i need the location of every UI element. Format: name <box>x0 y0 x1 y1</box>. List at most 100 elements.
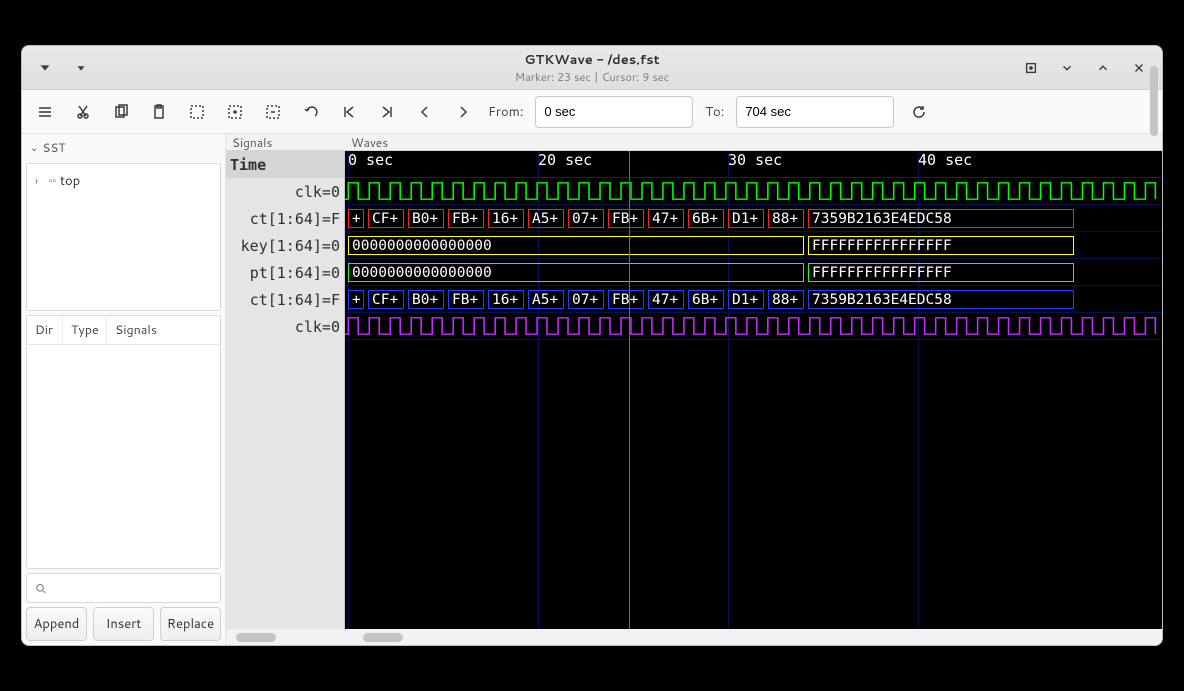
from-input[interactable] <box>535 96 693 128</box>
bus-segment: 47+ <box>648 290 684 309</box>
bus-segment: + <box>348 290 364 309</box>
sst-header[interactable]: ⌄ SST <box>26 136 221 159</box>
zoom-fit-button[interactable] <box>184 99 210 125</box>
bus-segment: + <box>348 209 364 228</box>
bus-segment: FB+ <box>608 290 644 309</box>
bus-segment: 47+ <box>648 209 684 228</box>
bus-segment: 07+ <box>568 209 604 228</box>
append-button[interactable]: Append <box>26 607 87 641</box>
bus-segment: 0000000000000000 <box>348 263 804 282</box>
bus-segment: 7359B2163E4EDC58 <box>808 209 1074 228</box>
bus-segment: D1+ <box>728 290 764 309</box>
marker-line[interactable] <box>629 151 630 629</box>
signals-column: Signals Timeclk=0ct[1:64]=Fkey[1:64]=0pt… <box>226 134 345 645</box>
bus-segment: A5+ <box>528 209 564 228</box>
chevron-down-icon: ⌄ <box>30 141 38 155</box>
signal-row[interactable]: Time <box>226 151 345 178</box>
signals-header: Signals <box>226 134 345 151</box>
waves-hscroll[interactable] <box>345 629 1162 645</box>
bus-segment: FFFFFFFFFFFFFFFF <box>808 236 1074 255</box>
hamburger-menu-button[interactable] <box>32 99 58 125</box>
minimize-button[interactable] <box>1052 55 1082 81</box>
main-area: ⌄ SST › ▫▫ top Dir Type Signals <box>22 134 1162 645</box>
bus-segment: 7359B2163E4EDC58 <box>808 290 1074 309</box>
bus-segment: 6B+ <box>688 209 724 228</box>
to-label: To: <box>705 103 724 121</box>
bus-segment: 07+ <box>568 290 604 309</box>
toolbar: From: To: <box>22 90 1162 134</box>
bus-segment: B0+ <box>408 290 444 309</box>
cut-button[interactable] <box>70 99 96 125</box>
signal-names[interactable]: Timeclk=0ct[1:64]=Fkey[1:64]=0pt[1:64]=0… <box>226 151 345 340</box>
bus-segment: A5+ <box>528 290 564 309</box>
bus-segment: D1+ <box>728 209 764 228</box>
titlebar: GTKWave - /des.fst Marker: 23 sec | Curs… <box>22 46 1162 90</box>
prev-edge-button[interactable] <box>412 99 438 125</box>
bus-segment: 0000000000000000 <box>348 236 804 255</box>
bus-segment: FB+ <box>448 290 484 309</box>
to-input[interactable] <box>736 96 894 128</box>
bus-segment: FB+ <box>608 209 644 228</box>
undo-button[interactable] <box>298 99 324 125</box>
wave-row[interactable]: +CF+B0+FB+16+A5+07+FB+47+6B+D1+88+7359B2… <box>345 286 1162 313</box>
search-input[interactable] <box>53 581 212 596</box>
history-menu-button[interactable] <box>66 55 96 81</box>
wave-canvas[interactable]: 0 sec20 sec30 sec40 sec+CF+B0+FB+16+A5+0… <box>345 151 1162 629</box>
bus-segment: B0+ <box>408 209 444 228</box>
wave-row[interactable]: 0000000000000000FFFFFFFFFFFFFFFF <box>345 232 1162 259</box>
signal-row[interactable]: key[1:64]=0 <box>226 232 345 259</box>
wave-row[interactable]: +CF+B0+FB+16+A5+07+FB+47+6B+D1+88+7359B2… <box>345 205 1162 232</box>
signals-list[interactable]: Dir Type Signals <box>26 315 221 569</box>
hierarchy-tree[interactable]: › ▫▫ top <box>26 163 221 311</box>
maximize-alt-button[interactable] <box>1016 55 1046 81</box>
waves-column: Waves 0 sec20 sec30 sec40 sec+CF+B0+FB+1… <box>345 134 1162 645</box>
ruler-tick: 0 sec <box>348 151 393 169</box>
bus-segment: 6B+ <box>688 290 724 309</box>
bus-segment: FB+ <box>448 209 484 228</box>
signal-row[interactable]: ct[1:64]=F <box>226 286 345 313</box>
signal-row[interactable]: clk=0 <box>226 313 345 340</box>
wave-row[interactable] <box>345 313 1162 340</box>
from-label: From: <box>488 103 523 121</box>
list-header: Dir Type Signals <box>27 316 220 345</box>
bus-segment: 16+ <box>488 290 524 309</box>
bus-segment: CF+ <box>368 290 404 309</box>
ruler-tick: 30 sec <box>728 151 782 169</box>
insert-button[interactable]: Insert <box>93 607 154 641</box>
waves-header: Waves <box>345 134 1162 151</box>
zoom-out-button[interactable] <box>260 99 286 125</box>
signal-row[interactable]: clk=0 <box>226 178 345 205</box>
copy-button[interactable] <box>108 99 134 125</box>
module-icon: ▫▫ <box>49 174 56 188</box>
wave-row[interactable]: 0000000000000000FFFFFFFFFFFFFFFF <box>345 259 1162 286</box>
tree-item-top[interactable]: › ▫▫ top <box>35 170 212 192</box>
search-box[interactable] <box>26 573 221 603</box>
expand-icon[interactable]: › <box>35 173 45 189</box>
app-window: GTKWave - /des.fst Marker: 23 sec | Curs… <box>21 45 1163 646</box>
signal-row[interactable]: pt[1:64]=0 <box>226 259 345 286</box>
paste-button[interactable] <box>146 99 172 125</box>
replace-button[interactable]: Replace <box>160 607 221 641</box>
reload-button[interactable] <box>906 99 932 125</box>
left-panel: ⌄ SST › ▫▫ top Dir Type Signals <box>22 134 226 645</box>
signal-row[interactable]: ct[1:64]=F <box>226 205 345 232</box>
bus-segment: 88+ <box>768 209 804 228</box>
zoom-in-button[interactable] <box>222 99 248 125</box>
signals-hscroll[interactable] <box>226 629 345 645</box>
col-dir[interactable]: Dir <box>27 316 63 344</box>
col-type[interactable]: Type <box>63 316 107 344</box>
go-end-button[interactable] <box>374 99 400 125</box>
wave-row[interactable] <box>345 178 1162 205</box>
go-start-button[interactable] <box>336 99 362 125</box>
next-edge-button[interactable] <box>450 99 476 125</box>
history-back-button[interactable] <box>30 55 60 81</box>
bus-segment: FFFFFFFFFFFFFFFF <box>808 263 1074 282</box>
button-row: Append Insert Replace <box>26 607 221 641</box>
maximize-button[interactable] <box>1088 55 1118 81</box>
ruler-tick: 20 sec <box>538 151 592 169</box>
bus-segment: CF+ <box>368 209 404 228</box>
vscroll[interactable] <box>1148 134 1160 625</box>
window-title: GTKWave - /des.fst <box>22 51 1162 69</box>
bus-segment: 16+ <box>488 209 524 228</box>
col-signals[interactable]: Signals <box>107 316 220 344</box>
